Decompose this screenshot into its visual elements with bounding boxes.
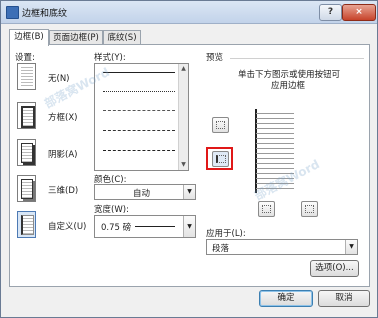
setting-box-icon[interactable] bbox=[17, 102, 36, 129]
preview-divider bbox=[230, 58, 364, 59]
preview-diagram[interactable] bbox=[212, 101, 340, 221]
style-list-scrollbar[interactable]: ▲ ▼ bbox=[178, 64, 188, 170]
ok-button[interactable]: 确定 bbox=[259, 290, 313, 307]
style-option-dash[interactable] bbox=[103, 130, 175, 131]
chevron-down-icon[interactable]: ▼ bbox=[345, 240, 357, 254]
setting-3d-label[interactable]: 三维(D) bbox=[48, 184, 78, 196]
width-heading: 宽度(W): bbox=[94, 205, 129, 215]
preview-hint-line2: 应用边框 bbox=[271, 81, 306, 91]
width-dropdown[interactable]: 0.75 磅 ▼ bbox=[94, 215, 196, 238]
color-value: 自动 bbox=[133, 189, 151, 199]
chevron-down-icon[interactable]: ▼ bbox=[183, 185, 195, 199]
width-line-sample bbox=[135, 226, 175, 227]
setting-shadow-label[interactable]: 阴影(A) bbox=[48, 148, 77, 160]
style-option-fine-dash[interactable] bbox=[103, 110, 175, 111]
title-bar: 边框和底纹 ? × bbox=[1, 1, 377, 24]
color-dropdown[interactable]: 自动 ▼ bbox=[94, 184, 196, 200]
chevron-down-icon[interactable]: ▼ bbox=[183, 216, 195, 237]
help-button[interactable]: ? bbox=[319, 4, 342, 21]
style-heading: 样式(Y): bbox=[94, 53, 126, 63]
cancel-button[interactable]: 取消 bbox=[318, 290, 370, 307]
setting-none-label[interactable]: 无(N) bbox=[48, 72, 70, 84]
width-value: 0.75 磅 bbox=[101, 223, 132, 233]
dialog-title: 边框和底纹 bbox=[22, 9, 68, 19]
setting-custom-label[interactable]: 自定义(U) bbox=[48, 220, 86, 232]
setting-shadow-icon[interactable] bbox=[17, 139, 36, 166]
style-option-solid[interactable] bbox=[103, 72, 175, 73]
word-app-icon bbox=[6, 6, 19, 19]
settings-heading: 设置: bbox=[15, 53, 35, 63]
preview-heading: 预览 bbox=[206, 53, 224, 63]
scroll-down-icon[interactable]: ▼ bbox=[179, 160, 188, 170]
apply-to-heading: 应用于(L): bbox=[206, 229, 246, 239]
apply-to-dropdown[interactable]: 段落 ▼ bbox=[206, 239, 358, 255]
setting-3d-icon[interactable] bbox=[17, 175, 36, 202]
tab-borders[interactable]: 边框(B) bbox=[9, 29, 49, 46]
border-style-list[interactable]: ▲ ▼ bbox=[94, 63, 189, 171]
setting-none-icon[interactable] bbox=[17, 63, 36, 90]
setting-custom-icon[interactable] bbox=[17, 211, 36, 238]
apply-to-value: 段落 bbox=[212, 244, 230, 254]
close-button[interactable]: × bbox=[342, 4, 376, 21]
style-option-dash-dot[interactable] bbox=[103, 150, 175, 151]
style-option-dotted[interactable] bbox=[103, 91, 175, 92]
borders-and-shading-dialog: 边框和底纹 ? × 边框(B) 页面边框(P) 底纹(S) 设置: 无(N) 方… bbox=[0, 0, 378, 318]
tab-page-border[interactable]: 页面边框(P) bbox=[49, 30, 103, 45]
tab-shading[interactable]: 底纹(S) bbox=[103, 30, 141, 45]
preview-left-border bbox=[255, 109, 257, 193]
options-button[interactable]: 选项(O)... bbox=[310, 260, 359, 277]
scroll-up-icon[interactable]: ▲ bbox=[179, 64, 188, 74]
setting-box-label[interactable]: 方框(X) bbox=[48, 111, 77, 123]
